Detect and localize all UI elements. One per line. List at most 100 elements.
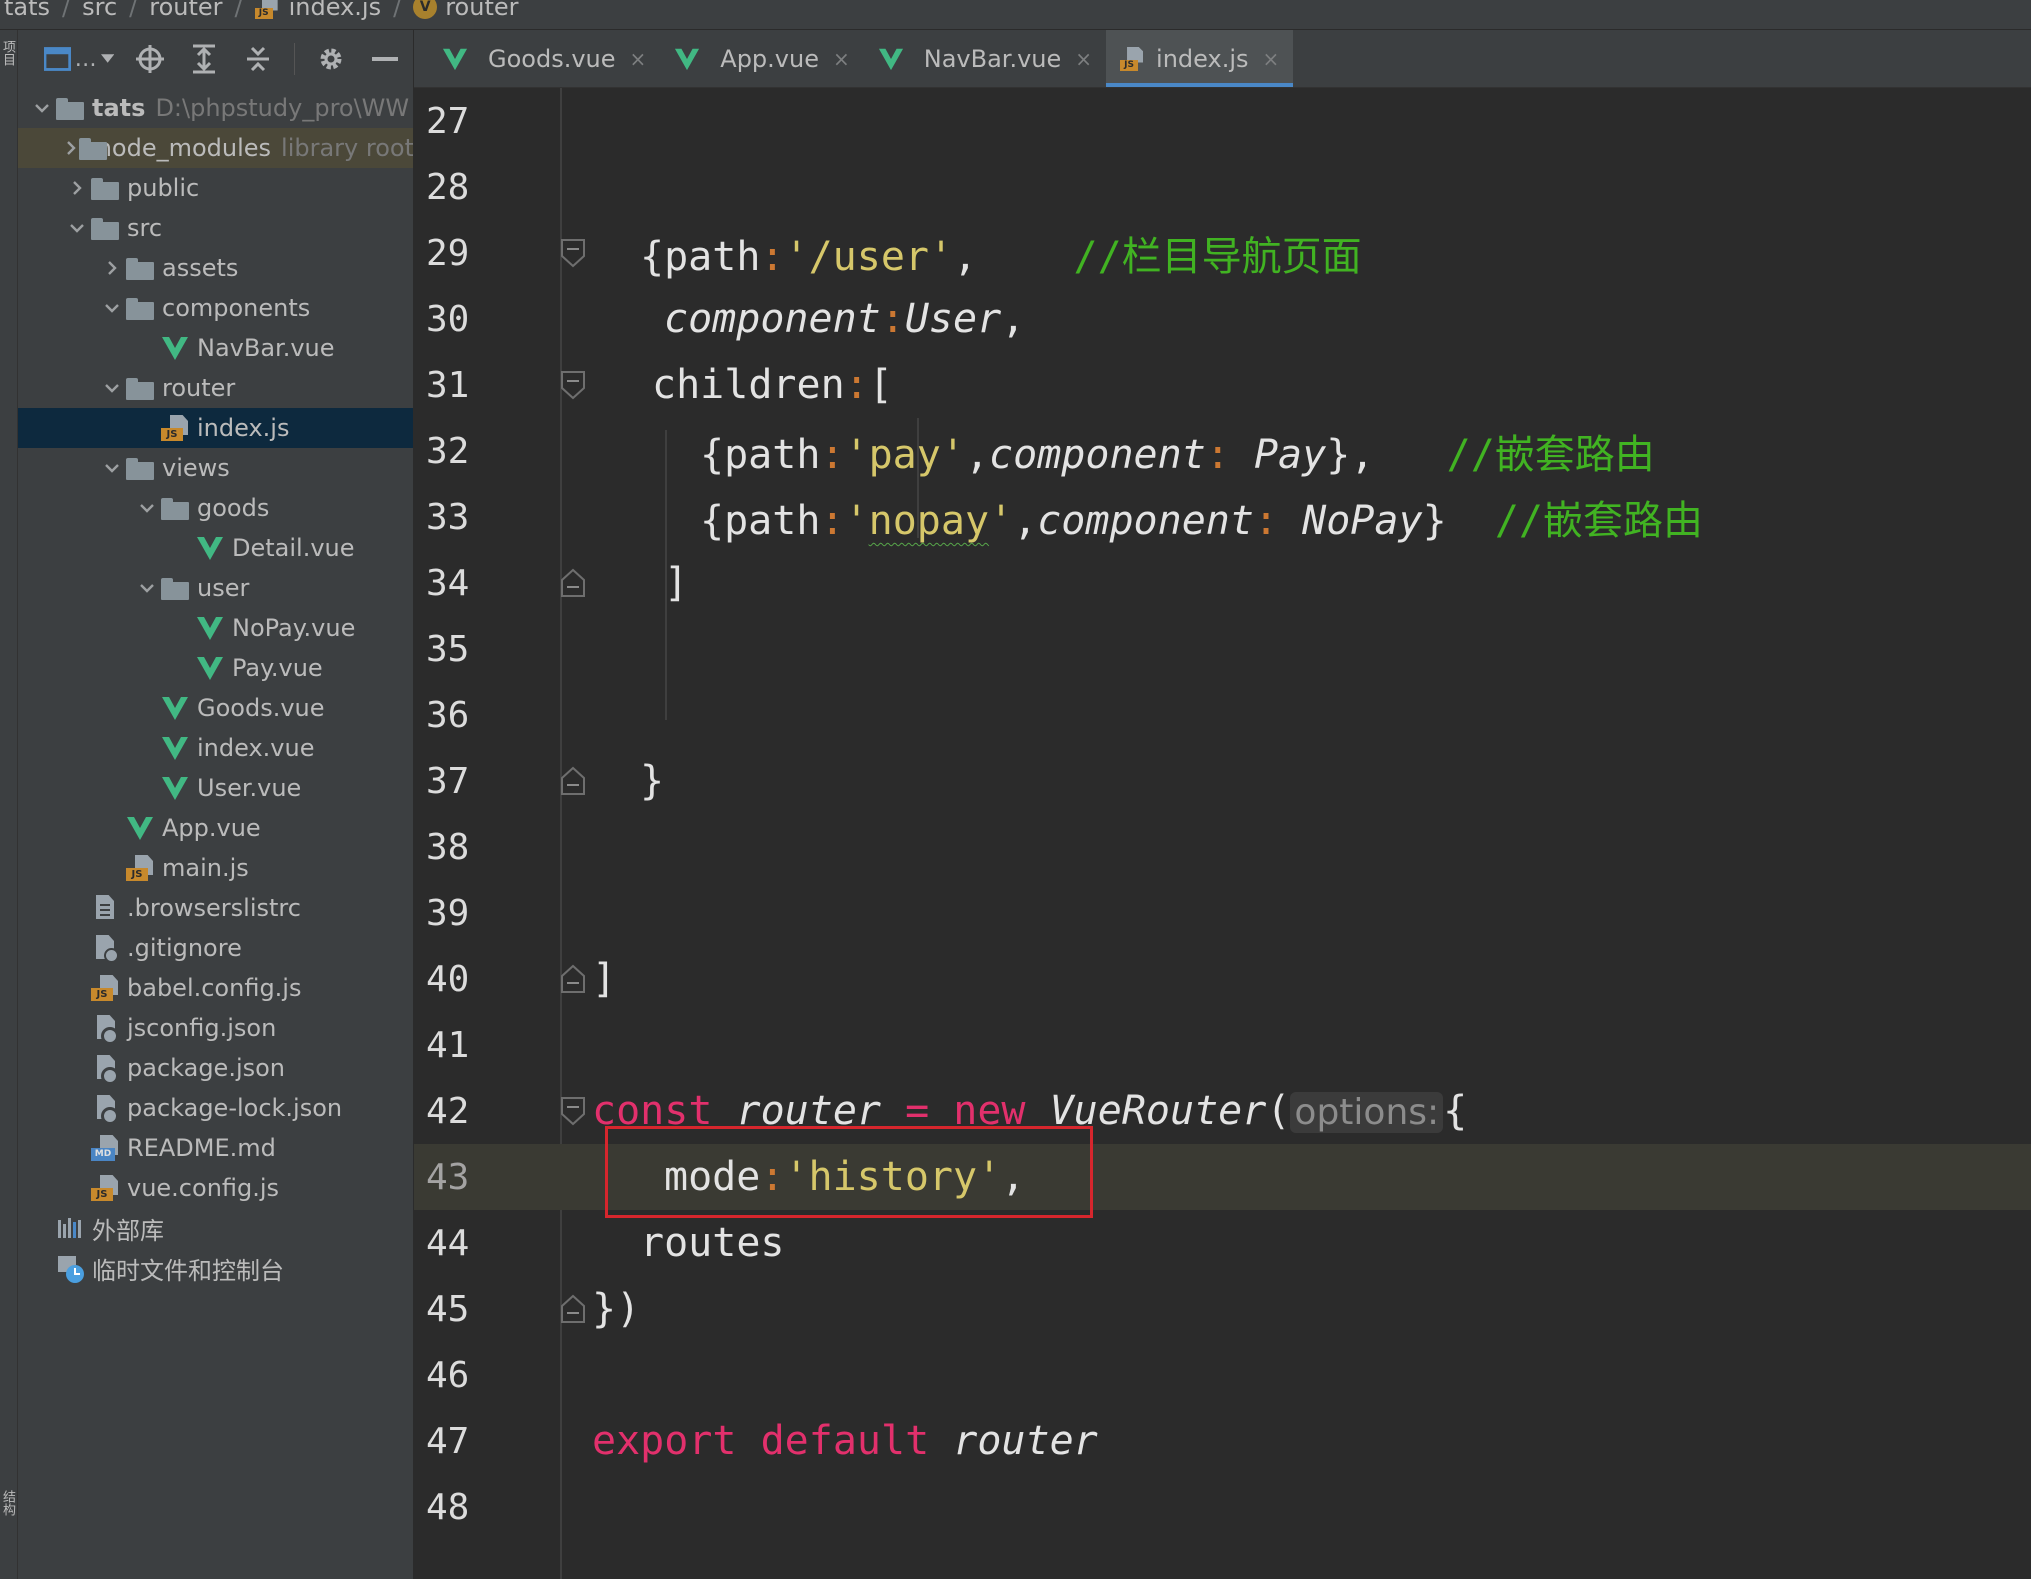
tree-item[interactable]: public (18, 168, 413, 208)
fold-open-icon[interactable] (560, 1096, 586, 1126)
tree-item[interactable]: assets (18, 248, 413, 288)
tree-item[interactable]: README.md (18, 1128, 413, 1168)
breadcrumb-item[interactable]: tats (4, 0, 50, 21)
tree-item[interactable]: Detail.vue (18, 528, 413, 568)
close-icon[interactable]: × (833, 47, 850, 71)
chevron-down-icon[interactable] (98, 300, 126, 316)
js-icon (161, 414, 189, 442)
breadcrumb-item[interactable]: Vrouter (413, 0, 518, 21)
tab-app-vue[interactable]: App.vue × (660, 30, 863, 87)
code-comment: //嵌套路由 (1446, 432, 1655, 478)
project-view-icon (44, 47, 71, 71)
tree-item[interactable]: main.js (18, 848, 413, 888)
code-text: ] (592, 956, 616, 1002)
tree-item-label: public (127, 174, 200, 202)
code-line: 32 {path:'pay',component: Pay}, //嵌套路由 (414, 418, 2031, 484)
tree-item[interactable]: .browserslistrc (18, 888, 413, 928)
tree-item[interactable]: user (18, 568, 413, 608)
tree-item[interactable]: goods (18, 488, 413, 528)
tree-item[interactable]: NavBar.vue (18, 328, 413, 368)
folder-icon (91, 174, 119, 202)
folder-icon (126, 454, 154, 482)
chevron-down-icon[interactable] (28, 100, 56, 116)
fold-close-icon[interactable] (560, 766, 586, 796)
chevron-down-icon[interactable] (98, 380, 126, 396)
tree-item[interactable]: tats D:\phpstudy_pro\WW (18, 88, 413, 128)
chevron-down-icon[interactable] (98, 460, 126, 476)
code-line: 34] (414, 550, 2031, 616)
code-text: {path:'pay',component: Pay}, //嵌套路由 (700, 422, 1655, 480)
tree-item[interactable]: User.vue (18, 768, 413, 808)
breadcrumb-item[interactable]: router (149, 0, 222, 21)
tab-goods-vue[interactable]: Goods.vue × (428, 30, 660, 87)
fold-close-icon[interactable] (560, 1294, 586, 1324)
tree-item[interactable]: index.vue (18, 728, 413, 768)
close-icon[interactable]: × (1263, 47, 1280, 71)
chevron-down-icon[interactable] (63, 220, 91, 236)
line-number: 29 (426, 232, 470, 274)
breadcrumb-item[interactable]: index.js (254, 0, 381, 21)
fold-open-icon[interactable] (560, 370, 586, 400)
ellipsis-icon: … (74, 46, 97, 72)
hide-panel-button[interactable] (367, 41, 403, 77)
tree-item[interactable]: router (18, 368, 413, 408)
tree-item[interactable]: Pay.vue (18, 648, 413, 688)
folder-icon (56, 94, 84, 122)
tree-item[interactable]: package.json (18, 1048, 413, 1088)
code-text: {path:'/user', //栏目导航页面 (640, 224, 1362, 282)
tab-label: Goods.vue (488, 44, 616, 73)
tree-item[interactable]: package-lock.json (18, 1088, 413, 1128)
close-icon[interactable]: × (630, 47, 647, 71)
tab-navbar-vue[interactable]: NavBar.vue × (864, 30, 1106, 87)
keyword: const (592, 1088, 737, 1134)
tree-item[interactable]: jsconfig.json (18, 1008, 413, 1048)
tree-item[interactable]: Goods.vue (18, 688, 413, 728)
chevron-right-icon[interactable] (63, 140, 79, 156)
tab-index-js[interactable]: index.js × (1106, 30, 1294, 87)
fold-close-icon[interactable] (560, 964, 586, 994)
code-colon: : (760, 1154, 785, 1200)
vue-icon (196, 654, 224, 682)
structure-tool-window-button[interactable]: 结构 (0, 1490, 17, 1516)
tree-item[interactable]: 临时文件和控制台 (18, 1248, 413, 1288)
tree-item[interactable]: components (18, 288, 413, 328)
collapse-all-button[interactable] (240, 41, 276, 77)
code-line: 35 (414, 616, 2031, 682)
settings-button[interactable] (313, 41, 349, 77)
locate-file-button[interactable] (132, 41, 168, 77)
chevron-right-icon[interactable] (98, 260, 126, 276)
editor-tab-bar: Goods.vue × App.vue × NavBar.vue × index.js × (414, 30, 2031, 88)
tree-item[interactable]: index.js (18, 408, 413, 448)
project-tool-window-button[interactable]: 项目 (0, 40, 17, 66)
tree-item[interactable]: NoPay.vue (18, 608, 413, 648)
view-mode-dropdown[interactable]: … (44, 41, 114, 77)
code-line: 38 (414, 814, 2031, 880)
code-editor[interactable]: 27 28 29 {path:'/user', //栏目导航页面 30 component… (414, 88, 2031, 1579)
tree-item[interactable]: src (18, 208, 413, 248)
gear-icon (320, 48, 342, 70)
fold-close-icon[interactable] (560, 568, 586, 598)
tree-item-label: src (127, 214, 163, 242)
tree-item[interactable]: .gitignore (18, 928, 413, 968)
chevron-down-icon[interactable] (133, 580, 161, 596)
code-text: {path:'nopay',component: NoPay} //嵌套路由 (700, 488, 1703, 546)
tree-item[interactable]: 外部库 (18, 1208, 413, 1248)
code-text: children:[ (652, 362, 893, 408)
parameter-hint: options: (1290, 1092, 1444, 1133)
tree-item[interactable]: vue.config.js (18, 1168, 413, 1208)
scratch-icon (56, 1254, 84, 1283)
tree-item-label: vue.config.js (127, 1174, 280, 1202)
tree-item[interactable]: App.vue (18, 808, 413, 848)
tree-item[interactable]: babel.config.js (18, 968, 413, 1008)
breadcrumb-item[interactable]: src (82, 0, 117, 21)
tree-item[interactable]: node_modules library root (18, 128, 413, 168)
chevron-down-icon[interactable] (133, 500, 161, 516)
folder-icon (91, 214, 119, 242)
breadcrumb-separator: / (393, 0, 402, 21)
tree-item[interactable]: views (18, 448, 413, 488)
chevron-right-icon[interactable] (63, 180, 91, 196)
identifier: NoPay (1302, 498, 1423, 544)
close-icon[interactable]: × (1075, 47, 1092, 71)
fold-open-icon[interactable] (560, 238, 586, 268)
expand-all-button[interactable] (186, 41, 222, 77)
